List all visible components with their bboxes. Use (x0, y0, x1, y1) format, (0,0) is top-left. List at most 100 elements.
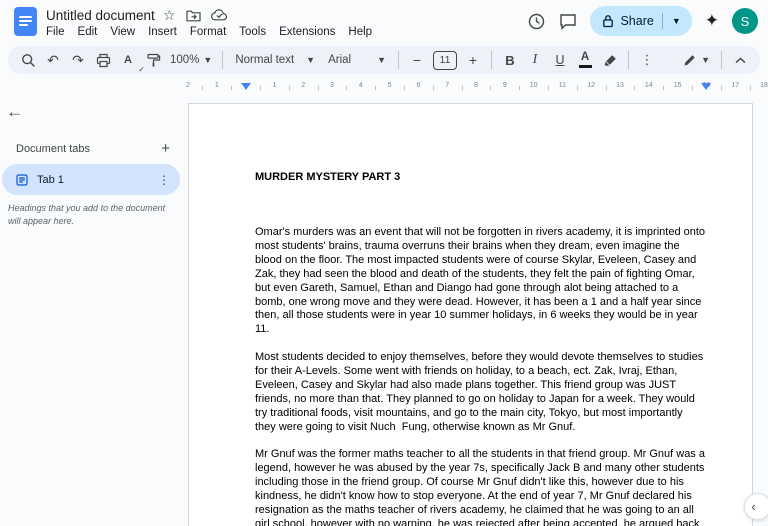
menu-bar: File Edit View Insert Format Tools Extensions H… (46, 26, 372, 38)
gemini-sparkle-icon[interactable]: ✦ (705, 11, 719, 31)
search-icon[interactable] (16, 48, 40, 72)
ruler-number: 9 (502, 82, 507, 89)
move-folder-icon[interactable] (185, 9, 201, 22)
hide-menus-icon[interactable] (728, 48, 752, 72)
docs-logo-icon[interactable] (14, 7, 37, 36)
add-tab-button[interactable]: + (161, 140, 170, 157)
ruler-number: 2 (301, 82, 306, 89)
ruler-number: 1 (272, 82, 277, 89)
ruler-number: 4 (358, 82, 363, 89)
doc-paragraph-1: Omar's murders was an event that will no… (255, 226, 706, 336)
ruler-number: 7 (445, 82, 450, 89)
ruler-tick (720, 86, 722, 90)
ruler-tick (231, 86, 233, 90)
ruler-tick (576, 86, 578, 90)
ruler-tick (375, 86, 377, 90)
tab-doc-icon (16, 173, 28, 186)
collapse-side-panel-button[interactable]: ‹ (744, 493, 768, 520)
cloud-status-icon[interactable] (210, 9, 228, 21)
toolbar: ↶ ↷ A ✓ 100% ▼ Normal text ▼ Arial ▼ − 11 + … (8, 46, 760, 74)
avatar[interactable]: S (732, 8, 758, 34)
menu-item-help[interactable]: Help (348, 26, 372, 38)
doc-paragraph-2: Most students decided to enjoy themselve… (255, 351, 704, 433)
underline-button[interactable]: U (548, 48, 572, 72)
zoom-select[interactable]: 100% ▼ (166, 48, 216, 72)
version-history-icon[interactable] (527, 12, 546, 31)
close-panel-back-icon[interactable]: ← (6, 102, 23, 122)
ruler-tick (663, 86, 665, 90)
ruler-tick (548, 86, 549, 90)
font-size-input[interactable]: 11 (433, 50, 457, 70)
italic-button[interactable]: I (523, 48, 547, 72)
tab-item-tab1[interactable]: Tab 1 ⋮ (2, 164, 180, 195)
left-indent-marker[interactable] (240, 83, 251, 90)
ruler-number: 11 (558, 82, 567, 89)
more-options-icon[interactable]: ⋮ (635, 48, 659, 72)
paragraph-style-select[interactable]: Normal text ▼ (229, 48, 321, 72)
tab-label: Tab 1 (37, 173, 64, 186)
comments-icon[interactable] (559, 13, 577, 30)
tab-more-options-icon[interactable]: ⋮ (158, 173, 170, 187)
doc-body: Omar's murders was an event that will no… (255, 226, 705, 526)
ruler-number: 15 (673, 82, 682, 89)
ruler-tick (605, 86, 607, 90)
ruler-tick (749, 86, 751, 90)
app-header: Untitled document ☆ File Edit View Insert Fo… (0, 0, 768, 42)
ruler-tick (461, 86, 463, 90)
document-page[interactable]: MURDER MYSTERY PART 3 Omar's murders was… (188, 103, 753, 526)
ruler-number: 2 (186, 82, 190, 89)
ruler-tick (317, 86, 319, 90)
tabs-panel: ← Document tabs + Tab 1 ⋮ Headings that … (0, 100, 182, 526)
ruler-tick (288, 86, 290, 90)
highlight-color-icon[interactable] (598, 48, 622, 72)
ruler-tick (490, 86, 492, 90)
lock-icon (602, 14, 614, 28)
editing-mode-select[interactable]: ▼ (678, 48, 715, 72)
ruler-number: 3 (330, 82, 334, 89)
doc-heading: MURDER MYSTERY PART 3 (255, 171, 401, 183)
increase-font-size-button[interactable]: + (461, 48, 485, 72)
share-label: Share (620, 14, 654, 28)
print-icon[interactable] (91, 48, 115, 72)
font-select[interactable]: Arial ▼ (322, 48, 392, 72)
ruler-scale[interactable]: 2 1 1 2 3 4 5 6 7 8 9 10 11 12 13 14 15 16 17 18 (0, 80, 768, 98)
document-title[interactable]: Untitled document (46, 8, 155, 23)
menu-item-insert[interactable]: Insert (148, 26, 177, 38)
ruler-number: 10 (529, 82, 538, 89)
share-button[interactable]: Share ▼ (590, 6, 692, 36)
bold-button[interactable]: B (498, 48, 522, 72)
spellcheck-icon[interactable]: A ✓ (116, 48, 145, 74)
menu-item-edit[interactable]: Edit (78, 26, 98, 38)
ruler-tick (346, 86, 348, 90)
ruler-tick (519, 86, 521, 90)
ruler-tick (432, 86, 434, 90)
ruler-tick (634, 86, 636, 90)
menu-item-extensions[interactable]: Extensions (279, 26, 335, 38)
ruler-tick (260, 86, 261, 90)
text-color-button[interactable]: A (573, 48, 597, 72)
ruler-tick (692, 86, 693, 90)
ruler-number: 14 (644, 82, 653, 89)
menu-item-file[interactable]: File (46, 26, 65, 38)
right-indent-marker[interactable] (701, 83, 712, 90)
headings-hint-text: Headings that you add to the document wi… (8, 203, 166, 226)
ruler-number: 8 (474, 82, 478, 89)
undo-icon[interactable]: ↶ (41, 48, 65, 72)
ruler-number: 17 (731, 82, 740, 89)
share-divider (661, 13, 663, 29)
ruler-number: 13 (616, 82, 624, 89)
doc-paragraph-3: Mr Gnuf was the former maths teacher to … (255, 448, 705, 526)
ruler-number: 1 (214, 82, 219, 89)
star-icon[interactable]: ☆ (163, 7, 176, 23)
ruler-number: 18 (760, 82, 768, 89)
decrease-font-size-button[interactable]: − (405, 48, 429, 72)
ruler-tick (404, 86, 405, 90)
menu-item-view[interactable]: View (110, 26, 135, 38)
menu-item-tools[interactable]: Tools (239, 26, 266, 38)
share-caret-icon[interactable]: ▼ (669, 16, 684, 26)
ruler-number: 5 (387, 82, 392, 89)
menu-item-format[interactable]: Format (190, 26, 226, 38)
ruler-number: 6 (416, 82, 421, 89)
ruler-number: 12 (587, 82, 596, 89)
redo-icon[interactable]: ↷ (66, 48, 90, 72)
